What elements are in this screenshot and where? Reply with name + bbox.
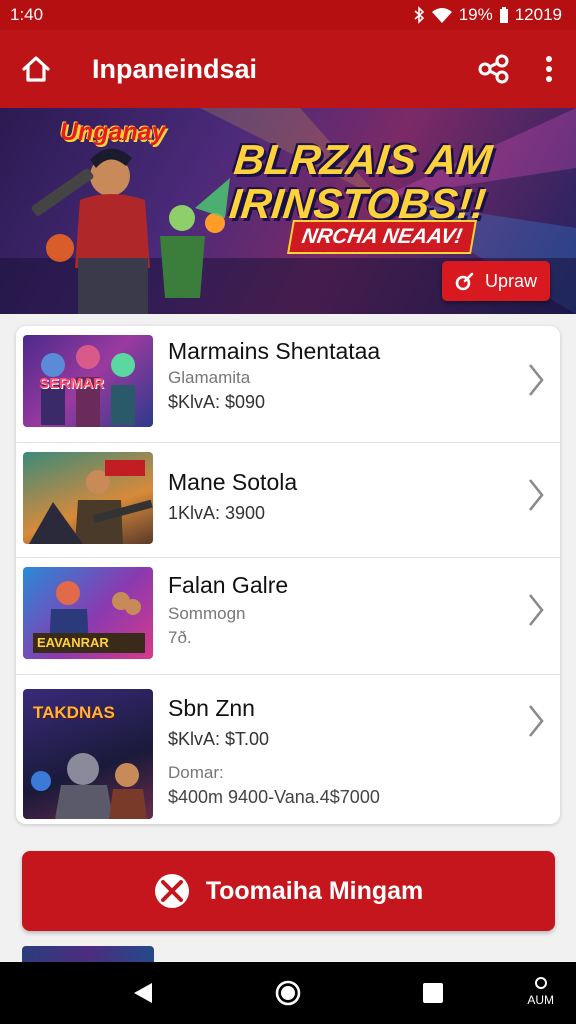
crossed-swords-icon <box>154 874 189 908</box>
game-name: Sbn Znn <box>168 695 255 721</box>
accessibility-shortcut[interactable]: AUM <box>527 976 554 1007</box>
thumbnail-caption: SERMAR <box>39 375 105 392</box>
game-meta: 7ð. <box>168 628 192 647</box>
chevron-right-icon <box>528 364 544 396</box>
battery-percent: 19% <box>458 5 493 24</box>
bluetooth-icon <box>413 6 425 24</box>
banner-action-button[interactable]: Upraw <box>442 261 550 301</box>
list-item[interactable]: EAVANRAR Falan Galre Sommogn 7ð. <box>16 558 560 674</box>
banner-headline-line1: BLRZAIS AM <box>231 136 495 183</box>
share-icon <box>478 54 509 84</box>
accessibility-icon <box>534 977 547 989</box>
chevron-right-icon <box>528 594 544 626</box>
app-bar: Inpaneindsai <box>0 30 576 108</box>
thumbnail-caption: EAVANRAR <box>37 635 109 650</box>
home-circle-icon <box>275 980 301 1006</box>
chevron-right-icon <box>528 479 544 511</box>
recents-button[interactable] <box>408 968 458 1018</box>
game-subtitle: Glamamita <box>168 368 251 387</box>
banner-tagline: NRCHA NEAAV! <box>287 220 477 254</box>
back-triangle-icon <box>133 983 152 1003</box>
home-nav-button[interactable] <box>263 968 313 1018</box>
status-bar: 1:40 19% 12019 <box>0 0 576 30</box>
game-thumbnail: TAKDNAS <box>23 689 153 819</box>
game-name: Falan Galre <box>168 572 289 598</box>
share-button[interactable] <box>472 47 516 91</box>
status-time: 1:40 <box>10 5 44 24</box>
system-nav-bar: AUM <box>0 962 576 1024</box>
game-meta: $KlvA: $090 <box>168 392 266 412</box>
primary-action-button[interactable]: Toomaiha Mingam <box>22 851 555 931</box>
home-icon <box>22 56 50 82</box>
list-item[interactable]: SERMAR Marmains Shentataa Glamamita $Klv… <box>16 326 560 442</box>
more-vert-icon <box>546 56 552 82</box>
banner-logo: Unganay <box>60 118 166 146</box>
battery-icon <box>499 6 509 24</box>
banner-action-label: Upraw <box>484 270 537 291</box>
game-name: Marmains Shentataa <box>168 338 381 364</box>
more-options-button[interactable] <box>534 47 564 91</box>
list-item[interactable]: Mane Sotola 1KlvA: 3900 <box>16 443 560 557</box>
page-title: Inpaneindsai <box>92 53 258 84</box>
primary-action-label: Toomaiha Mingam <box>205 876 424 905</box>
game-detail-label: Domar: <box>168 763 224 782</box>
wifi-icon <box>431 7 453 23</box>
game-subtitle: Sommogn <box>168 604 246 623</box>
status-clock: 12019 <box>514 5 562 24</box>
banner-headline: BLRZAIS AM IRINSTOBS!! <box>227 136 536 227</box>
thumbnail-caption: TAKDNAS <box>33 703 115 722</box>
game-thumbnail: SERMAR <box>23 335 153 427</box>
link-icon <box>455 272 474 291</box>
chevron-right-icon <box>528 705 544 737</box>
game-meta: $KlvA: $T.00 <box>168 729 270 749</box>
accessibility-label: AUM <box>527 993 554 1007</box>
list-item[interactable]: TAKDNAS Sbn Znn $KlvA: $T.00 Domar: $400… <box>16 675 560 824</box>
game-thumbnail <box>23 452 153 544</box>
game-thumbnail: EAVANRAR <box>23 567 153 659</box>
game-name: Mane Sotola <box>168 469 298 495</box>
recents-square-icon <box>423 983 444 1003</box>
game-meta: 1KlvA: 3900 <box>168 503 266 523</box>
game-list: SERMAR Marmains Shentataa Glamamita $Klv… <box>16 326 560 824</box>
promo-banner[interactable]: Unganay BLRZAIS AM IRINSTOBS!! NRCHA NEA… <box>0 108 576 314</box>
home-button[interactable] <box>16 49 56 89</box>
back-button[interactable] <box>118 968 168 1018</box>
game-detail-value: $400m 9400-Vana.4$7000 <box>168 787 380 807</box>
